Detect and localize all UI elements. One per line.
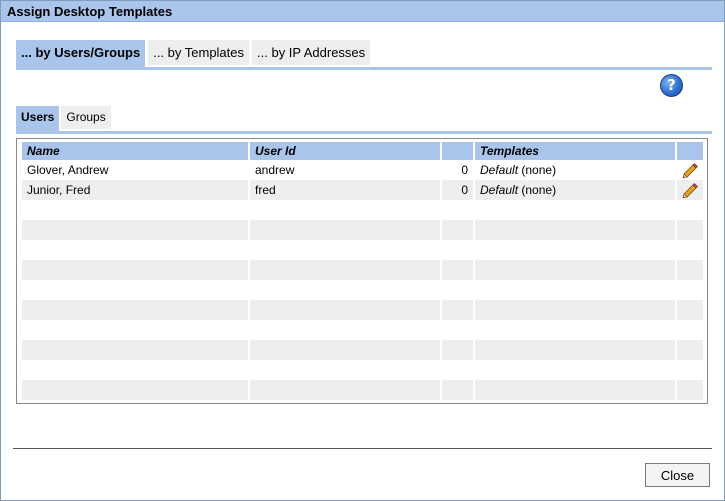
empty-row <box>22 380 703 400</box>
empty-row <box>22 340 703 360</box>
top-tab-bar: ... by Users/Groups ... by Templates ...… <box>16 40 373 67</box>
empty-row <box>22 300 703 320</box>
help-icon[interactable]: ? <box>660 74 683 97</box>
column-header-user-id[interactable]: User Id <box>250 142 440 160</box>
cell-user-id: andrew <box>255 163 295 177</box>
cell-count: 0 <box>442 180 473 200</box>
column-header-templates[interactable]: Templates <box>475 142 675 160</box>
cell-count: 0 <box>461 163 468 177</box>
tab-by-ip-addresses[interactable]: ... by IP Addresses <box>252 40 371 65</box>
cell-templates: Default (none) <box>475 160 675 180</box>
tab-users[interactable]: Users <box>16 106 60 131</box>
window-title: Assign Desktop Templates <box>1 1 724 22</box>
empty-row <box>22 220 703 240</box>
column-header-count <box>442 142 473 160</box>
pencil-icon[interactable] <box>682 162 698 178</box>
column-header-name[interactable]: Name <box>22 142 248 160</box>
column-header-actions <box>677 142 703 160</box>
table-header-row: Name User Id Templates <box>22 142 703 160</box>
sub-tab-underline <box>16 131 712 134</box>
cell-name: Junior, Fred <box>22 180 248 200</box>
sub-tab-bar: Users Groups <box>16 106 113 131</box>
cell-user-id: fred <box>250 180 440 200</box>
template-default: Default <box>480 183 519 197</box>
empty-row <box>22 240 703 260</box>
footer-divider <box>13 448 712 449</box>
pencil-icon[interactable] <box>682 182 698 198</box>
cell-action <box>677 160 703 180</box>
dialog-window: Assign Desktop Templates ... by Users/Gr… <box>0 0 725 501</box>
empty-row <box>22 260 703 280</box>
tab-by-templates[interactable]: ... by Templates <box>148 40 250 65</box>
empty-row <box>22 320 703 340</box>
empty-row <box>22 280 703 300</box>
tab-by-users-groups[interactable]: ... by Users/Groups <box>16 40 146 67</box>
table-row[interactable]: Junior, Fred fred 0 Default (none) <box>22 180 703 200</box>
template-extra: (none) <box>521 183 557 197</box>
cell-templates: Default (none) <box>475 180 675 200</box>
tab-groups[interactable]: Groups <box>61 106 111 129</box>
close-button[interactable]: Close <box>645 463 710 487</box>
template-default: Default <box>480 163 519 177</box>
cell-name: Glover, Andrew <box>27 163 109 177</box>
empty-row <box>22 200 703 220</box>
users-table-container: Name User Id Templates Glover, Andrew an… <box>16 138 708 404</box>
users-table: Name User Id Templates Glover, Andrew an… <box>20 142 705 400</box>
template-extra: (none) <box>521 163 557 177</box>
top-tab-underline <box>16 67 712 70</box>
cell-action <box>677 180 703 200</box>
empty-row <box>22 360 703 380</box>
table-row[interactable]: Glover, Andrew andrew 0 Default (none) <box>22 160 703 180</box>
